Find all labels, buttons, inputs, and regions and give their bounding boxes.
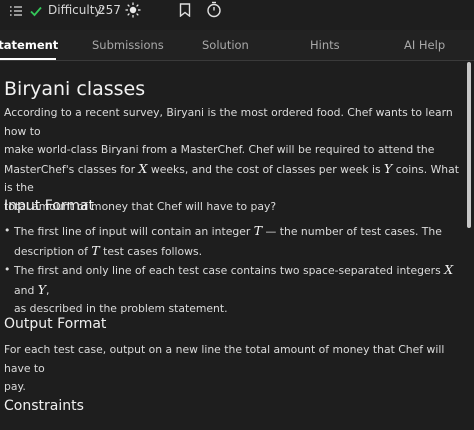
statement-line-3: MasterChef's classes for X weeks, and th…	[4, 160, 464, 198]
bullet: •	[4, 263, 11, 276]
active-tab-indicator	[0, 58, 56, 60]
statement-text-fragment: weeks, and the cost of classes per week …	[150, 162, 381, 176]
timer-icon[interactable]	[206, 1, 222, 18]
problem-title: Biryani classes	[4, 78, 146, 100]
output-line-2: pay.	[4, 380, 26, 393]
tab-solution[interactable]: Solution	[202, 30, 249, 60]
tab-ai-help[interactable]: AI Help	[404, 30, 445, 60]
math-var-x: X	[444, 262, 454, 277]
output-format-heading: Output Format	[4, 316, 107, 332]
difficulty-label: Difficulty:	[48, 3, 105, 17]
list-text: ,	[46, 283, 50, 297]
list-icon[interactable]	[10, 5, 22, 17]
list-item: • The first line of input will contain a…	[4, 222, 459, 261]
sun-icon[interactable]	[125, 2, 141, 18]
check-icon	[30, 5, 42, 17]
constraints-heading: Constraints	[4, 398, 84, 414]
math-var-y: Y	[37, 281, 47, 297]
list-text: The first and only line of each test cas…	[14, 264, 441, 277]
problem-tabs: Statement Submissions Solution Hints AI …	[0, 30, 474, 61]
list-text: description of	[14, 244, 88, 258]
output-line-1: For each test case, output on a new line…	[4, 343, 445, 375]
scrollbar-thumb[interactable]	[467, 62, 471, 228]
statement-line-2: make world-class Biryani from a MasterCh…	[4, 143, 435, 156]
math-var-t: T	[253, 223, 263, 238]
difficulty-value: 257	[98, 3, 121, 17]
list-text: — the number of test cases. The	[265, 225, 442, 238]
bullet: •	[4, 224, 11, 237]
tab-statement[interactable]: Statement	[0, 30, 58, 60]
list-text: as described in the problem statement.	[14, 302, 228, 315]
list-text: test cases follows.	[103, 244, 203, 258]
problem-toolbar: Difficulty: 257	[0, 0, 474, 22]
input-format-list: • The first line of input will contain a…	[4, 222, 459, 319]
output-format-text: For each test case, output on a new line…	[4, 341, 464, 397]
math-var-y: Y	[384, 160, 393, 176]
list-item: • The first and only line of each test c…	[4, 261, 459, 319]
statement-line-1: According to a recent survey, Biryani is…	[4, 106, 453, 138]
math-var-t: T	[91, 242, 100, 258]
bookmark-icon[interactable]	[179, 3, 191, 17]
math-var-x: X	[138, 160, 148, 176]
tab-hints[interactable]: Hints	[310, 30, 340, 60]
list-text: The first line of input will contain an …	[14, 225, 251, 238]
statement-text-fragment: MasterChef's classes for	[4, 162, 136, 176]
list-text: and	[14, 283, 35, 297]
input-format-heading: Input Format	[4, 198, 95, 214]
tab-submissions[interactable]: Submissions	[92, 30, 164, 60]
